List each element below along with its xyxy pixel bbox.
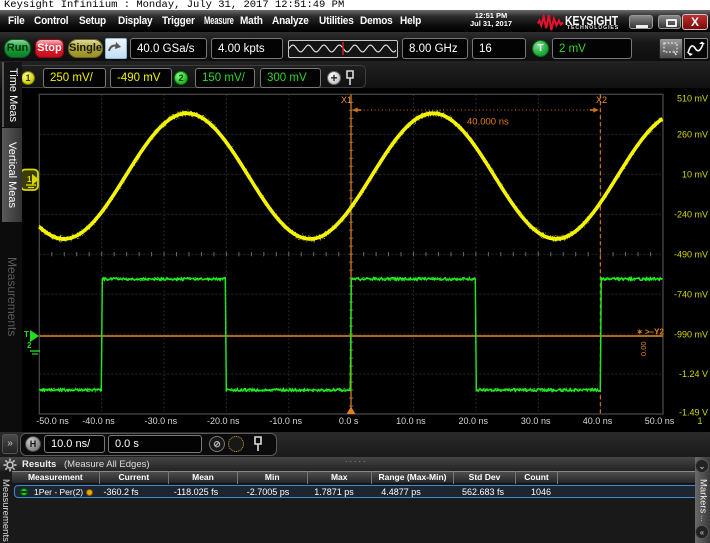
svg-text:1: 1 [27, 175, 32, 184]
svg-text:30.0 ns: 30.0 ns [521, 416, 551, 426]
svg-text:✶: ✶ [636, 327, 644, 337]
svg-text:0.00: 0.00 [639, 341, 648, 356]
svg-text:-20.0 ns: -20.0 ns [207, 416, 240, 426]
svg-text:-240 mV: -240 mV [674, 209, 708, 219]
svg-text:-1.24 V: -1.24 V [679, 369, 708, 379]
svg-text:510 mV: 510 mV [677, 94, 708, 104]
svg-text:-50.0 ns: -50.0 ns [36, 416, 69, 426]
svg-text:40.0 ns: 40.0 ns [583, 416, 613, 426]
svg-text:-10.0 ns: -10.0 ns [269, 416, 302, 426]
svg-text:-740 mV: -740 mV [674, 289, 708, 299]
svg-text:2: 2 [27, 341, 32, 350]
svg-text:10 mV: 10 mV [682, 170, 708, 180]
svg-text:-30.0 ns: -30.0 ns [145, 416, 178, 426]
svg-text:-990 mV: -990 mV [674, 329, 708, 339]
svg-text:10.0 ns: 10.0 ns [396, 416, 426, 426]
svg-text:0.0 s: 0.0 s [339, 416, 359, 426]
svg-text:-1.49 V: -1.49 V [679, 408, 708, 418]
svg-text:20.0 ns: 20.0 ns [459, 416, 489, 426]
svg-text:X1: X1 [341, 95, 352, 105]
svg-text:-490 mV: -490 mV [674, 249, 708, 259]
svg-text:50.0 ns: 50.0 ns [645, 416, 675, 426]
svg-text:>–Y2: >–Y2 [645, 328, 664, 337]
svg-text:40.000 ns: 40.000 ns [467, 117, 509, 128]
svg-text:X2: X2 [596, 95, 607, 105]
svg-text:260 mV: 260 mV [677, 130, 708, 140]
svg-text:T: T [24, 330, 29, 339]
svg-text:-40.0 ns: -40.0 ns [82, 416, 115, 426]
